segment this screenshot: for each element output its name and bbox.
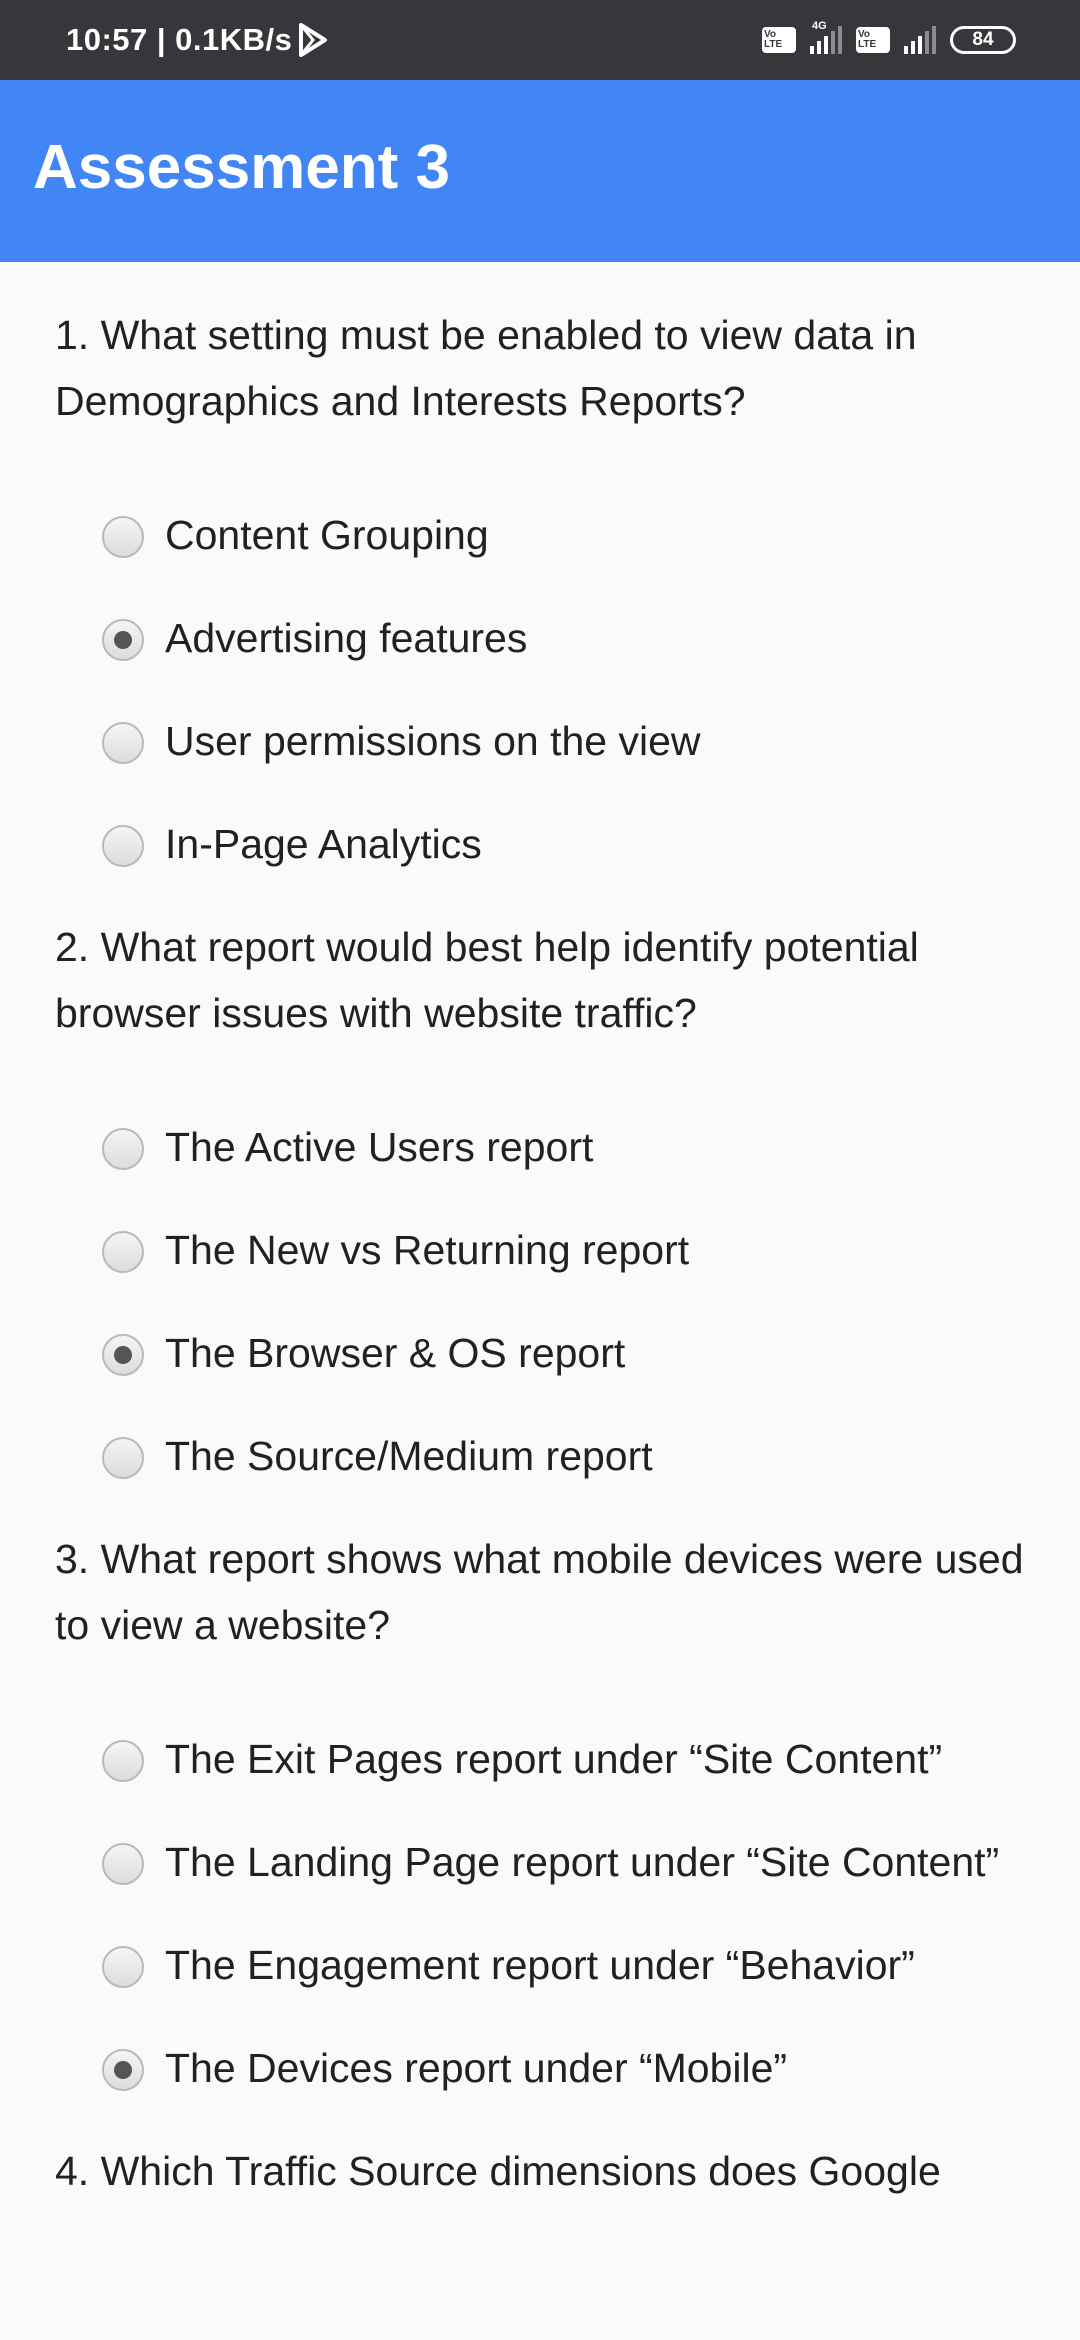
answer-option[interactable]: The New vs Returning report (0, 1217, 1080, 1284)
signal-strength-icon: 4G (810, 20, 842, 54)
radio-button[interactable] (102, 1128, 144, 1170)
answer-options-1: Content Grouping Advertising features Us… (0, 434, 1080, 878)
battery-icon: 84 (950, 26, 1016, 54)
answer-option[interactable]: The Devices report under “Mobile” (0, 2035, 1080, 2102)
play-store-notification-icon (298, 23, 328, 57)
answer-label: The Source/Medium report (165, 1433, 653, 1479)
answer-options-3: The Exit Pages report under “Site Conten… (0, 1658, 1080, 2102)
status-time-speed: 10:57 | 0.1KB/s (66, 22, 293, 57)
volte-icon-2: Vo LTE (856, 27, 890, 53)
question-text-4: 4. Which Traffic Source dimensions does … (55, 2148, 941, 2194)
volte-label: Vo LTE (764, 29, 783, 50)
answer-option[interactable]: User permissions on the view (0, 708, 1080, 775)
status-left: 10:57 | 0.1KB/s (66, 0, 328, 80)
app-bar: Assessment 3 (0, 80, 1080, 262)
radio-button[interactable] (102, 1843, 144, 1885)
answer-label: The Active Users report (165, 1124, 594, 1170)
radio-button[interactable] (102, 1437, 144, 1479)
status-right: Vo LTE 4G Vo LTE 84 (762, 0, 1016, 80)
answer-option[interactable]: The Browser & OS report (0, 1320, 1080, 1387)
status-bar: 10:57 | 0.1KB/s Vo LTE 4G Vo LTE 84 (0, 0, 1080, 80)
answer-label: Advertising features (165, 615, 528, 661)
answer-label: The Exit Pages report under “Site Conten… (165, 1736, 943, 1782)
question-block-2: 2. What report would best help identify … (0, 914, 1080, 1490)
radio-button[interactable] (102, 1740, 144, 1782)
page-title: Assessment 3 (33, 133, 451, 202)
question-block-4: 4. Which Traffic Source dimensions does … (0, 2138, 1080, 2204)
answer-option[interactable]: The Source/Medium report (0, 1423, 1080, 1490)
question-text-2: 2. What report would best help identify … (55, 924, 919, 1036)
answer-label: The New vs Returning report (165, 1227, 690, 1273)
answer-label: The Landing Page report under “Site Cont… (165, 1839, 1000, 1885)
signal-strength-icon-2 (904, 26, 936, 54)
radio-button[interactable] (102, 1231, 144, 1273)
answer-label: The Engagement report under “Behavior” (165, 1942, 915, 1988)
battery-level: 84 (972, 29, 994, 50)
radio-button[interactable] (102, 516, 144, 558)
volte-icon: Vo LTE (762, 27, 796, 53)
radio-button[interactable] (102, 1946, 144, 1988)
question-block-1: 1. What setting must be enabled to view … (0, 262, 1080, 878)
answer-label: The Browser & OS report (165, 1330, 626, 1376)
answer-option[interactable]: The Active Users report (0, 1114, 1080, 1181)
answer-option[interactable]: The Exit Pages report under “Site Conten… (0, 1726, 1080, 1793)
radio-button-selected[interactable] (102, 619, 144, 661)
radio-button-selected[interactable] (102, 2049, 144, 2091)
answer-label: Content Grouping (165, 512, 489, 558)
radio-button[interactable] (102, 825, 144, 867)
answer-option[interactable]: The Landing Page report under “Site Cont… (0, 1829, 1080, 1896)
answer-label: In-Page Analytics (165, 821, 482, 867)
question-text-1: 1. What setting must be enabled to view … (55, 312, 917, 424)
answer-label: User permissions on the view (165, 718, 701, 764)
answer-option[interactable]: The Engagement report under “Behavior” (0, 1932, 1080, 1999)
answer-option[interactable]: Advertising features (0, 605, 1080, 672)
answer-label: The Devices report under “Mobile” (165, 2045, 788, 2091)
answer-options-2: The Active Users report The New vs Retur… (0, 1046, 1080, 1490)
question-text-3: 3. What report shows what mobile devices… (55, 1536, 1024, 1648)
answer-option[interactable]: In-Page Analytics (0, 811, 1080, 878)
question-block-3: 3. What report shows what mobile devices… (0, 1526, 1080, 2102)
answer-option[interactable]: Content Grouping (0, 502, 1080, 569)
radio-button-selected[interactable] (102, 1334, 144, 1376)
network-type-label: 4G (812, 20, 827, 32)
assessment-content[interactable]: 1. What setting must be enabled to view … (0, 262, 1080, 2204)
volte-label-2: Vo LTE (858, 29, 877, 50)
radio-button[interactable] (102, 722, 144, 764)
